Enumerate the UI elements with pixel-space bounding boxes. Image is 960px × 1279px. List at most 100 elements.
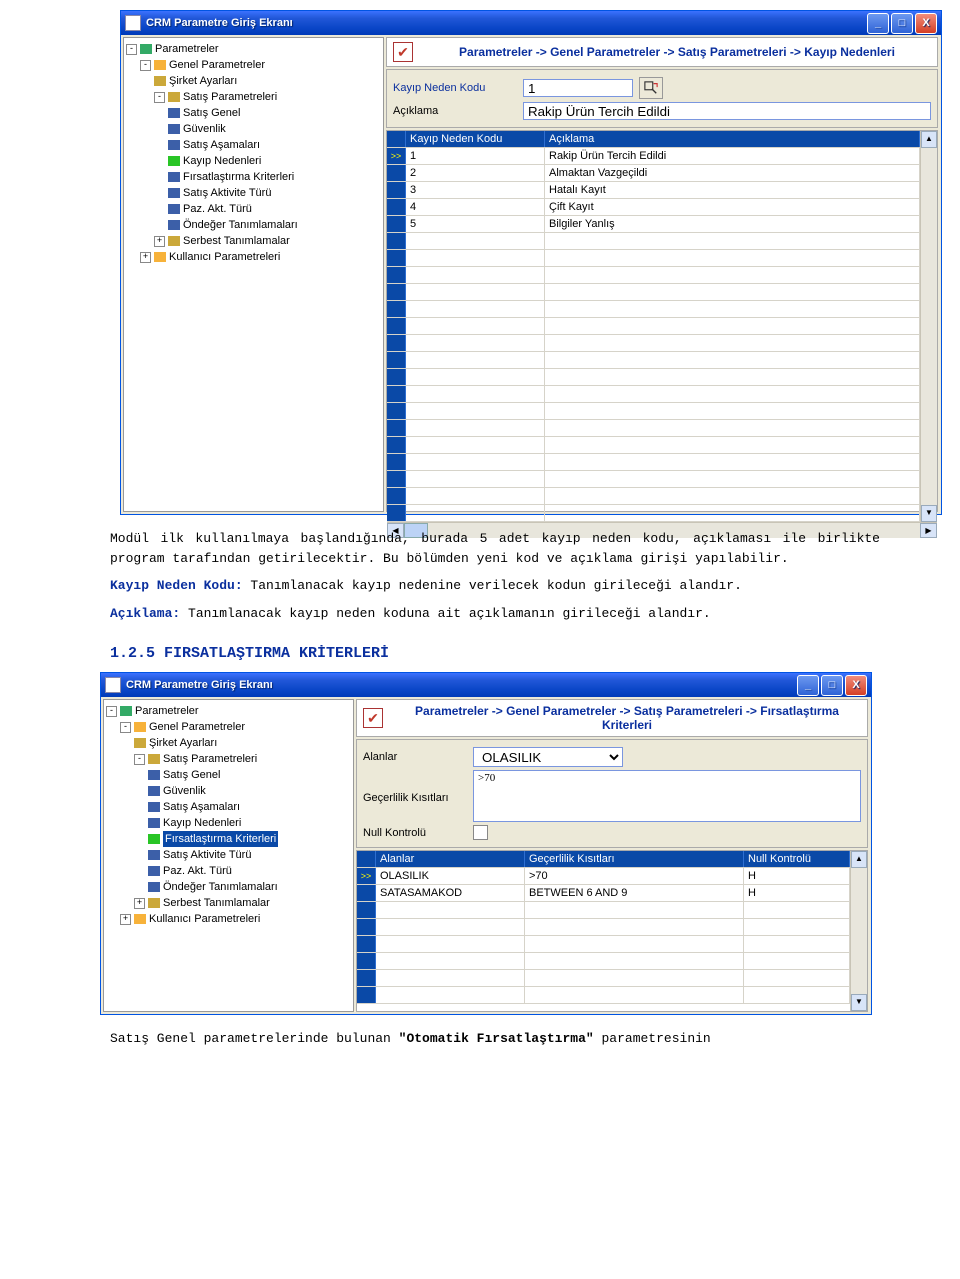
scroll-up-icon[interactable]: ▲: [851, 851, 867, 868]
tree-item-label[interactable]: Kayıp Nedenleri: [163, 815, 241, 831]
row-selector-icon[interactable]: [387, 420, 406, 436]
table-row[interactable]: [387, 471, 920, 488]
table-row[interactable]: [357, 919, 850, 936]
table-row[interactable]: [387, 403, 920, 420]
row-selector-icon[interactable]: >>: [387, 148, 406, 164]
alanlar-select[interactable]: OLASILIK: [473, 747, 623, 767]
row-selector-icon[interactable]: [357, 919, 376, 935]
tree-item-label[interactable]: Genel Parametreler: [149, 719, 245, 735]
vertical-scrollbar[interactable]: ▲ ▼: [920, 131, 937, 522]
row-selector-icon[interactable]: [387, 250, 406, 266]
tree-item-label[interactable]: Paz. Akt. Türü: [163, 863, 232, 879]
table-row[interactable]: [387, 250, 920, 267]
maximize-button[interactable]: □: [821, 675, 843, 696]
lookup-button[interactable]: [639, 77, 663, 99]
table-row[interactable]: [387, 267, 920, 284]
row-selector-icon[interactable]: [357, 987, 376, 1003]
tree-item-label[interactable]: Satış Parametreleri: [163, 751, 257, 767]
minimize-button[interactable]: _: [797, 675, 819, 696]
titlebar[interactable]: CRM Parametre Giriş Ekranı _ □ X: [101, 673, 871, 697]
expander-icon[interactable]: +: [154, 236, 165, 247]
row-selector-icon[interactable]: [387, 318, 406, 334]
tree-item-label[interactable]: Şirket Ayarları: [169, 73, 237, 89]
table-row[interactable]: >>1Rakip Ürün Tercih Edildi: [387, 148, 920, 165]
row-selector-icon[interactable]: [387, 369, 406, 385]
tree-item-label[interactable]: Kullanıcı Parametreleri: [149, 911, 260, 927]
expander-icon[interactable]: +: [120, 914, 131, 925]
table-row[interactable]: >>OLASILIK>70H: [357, 868, 850, 885]
row-selector-icon[interactable]: [387, 454, 406, 470]
tree-item-label[interactable]: Genel Parametreler: [169, 57, 265, 73]
table-row[interactable]: 2Almaktan Vazgeçildi: [387, 165, 920, 182]
scroll-down-icon[interactable]: ▼: [921, 505, 937, 522]
table-row[interactable]: 3Hatalı Kayıt: [387, 182, 920, 199]
table-row[interactable]: 5Bilgiler Yanlış: [387, 216, 920, 233]
tree-item-label[interactable]: Satış Aşamaları: [163, 799, 240, 815]
data-grid[interactable]: Kayıp Neden KoduAçıklama>>1Rakip Ürün Te…: [386, 130, 938, 512]
table-row[interactable]: [387, 420, 920, 437]
vertical-scrollbar[interactable]: ▲ ▼: [850, 851, 867, 1011]
tree-item-label[interactable]: Paz. Akt. Türü: [183, 201, 252, 217]
tree-view[interactable]: -Parametreler -Genel Parametreler Şirket…: [103, 699, 354, 1012]
tree-item-label[interactable]: Kullanıcı Parametreleri: [169, 249, 280, 265]
row-selector-icon[interactable]: [387, 403, 406, 419]
expander-icon[interactable]: -: [126, 44, 137, 55]
table-row[interactable]: [387, 335, 920, 352]
table-row[interactable]: [387, 233, 920, 250]
tree-item-label[interactable]: Satış Genel: [163, 767, 220, 783]
row-selector-icon[interactable]: [387, 216, 406, 232]
table-row[interactable]: [357, 936, 850, 953]
minimize-button[interactable]: _: [867, 13, 889, 34]
row-selector-icon[interactable]: [357, 936, 376, 952]
titlebar[interactable]: CRM Parametre Giriş Ekranı _ □ X: [121, 11, 941, 35]
row-selector-icon[interactable]: [357, 953, 376, 969]
close-button[interactable]: X: [845, 675, 867, 696]
tree-item-label[interactable]: Kayıp Nedenleri: [183, 153, 261, 169]
table-row[interactable]: [387, 284, 920, 301]
scroll-up-icon[interactable]: ▲: [921, 131, 937, 148]
table-row[interactable]: 4Çift Kayıt: [387, 199, 920, 216]
table-row[interactable]: [357, 970, 850, 987]
tree-item-label[interactable]: Satış Genel: [183, 105, 240, 121]
row-selector-icon[interactable]: [387, 488, 406, 504]
tree-item-label[interactable]: Satış Aşamaları: [183, 137, 260, 153]
aciklama-input[interactable]: [523, 102, 931, 120]
table-row[interactable]: [387, 369, 920, 386]
tree-item-label[interactable]: Satış Aktivite Türü: [183, 185, 271, 201]
expander-icon[interactable]: -: [140, 60, 151, 71]
row-selector-icon[interactable]: [387, 352, 406, 368]
table-row[interactable]: [357, 953, 850, 970]
tree-view[interactable]: -Parametreler -Genel Parametreler Şirket…: [123, 37, 384, 512]
row-selector-icon[interactable]: [357, 970, 376, 986]
maximize-button[interactable]: □: [891, 13, 913, 34]
table-row[interactable]: [387, 352, 920, 369]
expander-icon[interactable]: -: [106, 706, 117, 717]
tree-item-label[interactable]: Satış Parametreleri: [183, 89, 277, 105]
table-row[interactable]: [387, 386, 920, 403]
table-row[interactable]: [357, 987, 850, 1004]
expander-icon[interactable]: +: [140, 252, 151, 263]
table-row[interactable]: [387, 488, 920, 505]
close-button[interactable]: X: [915, 13, 937, 34]
scroll-right-icon[interactable]: ▶: [920, 523, 937, 538]
tree-item-label[interactable]: Öndeğer Tanımlamaları: [183, 217, 298, 233]
row-selector-icon[interactable]: [387, 301, 406, 317]
data-grid[interactable]: AlanlarGeçerlilik KısıtlarıNull Kontrolü…: [356, 850, 868, 1012]
row-selector-icon[interactable]: [387, 471, 406, 487]
table-row[interactable]: [387, 505, 920, 522]
tree-item-label[interactable]: Öndeğer Tanımlamaları: [163, 879, 278, 895]
row-selector-icon[interactable]: >>: [357, 868, 376, 884]
tree-item-label[interactable]: Serbest Tanımlamalar: [163, 895, 270, 911]
table-row[interactable]: [387, 454, 920, 471]
table-row[interactable]: [387, 301, 920, 318]
row-selector-icon[interactable]: [387, 267, 406, 283]
tree-item-label[interactable]: Güvenlik: [163, 783, 206, 799]
row-selector-icon[interactable]: [387, 335, 406, 351]
tree-item-label[interactable]: Güvenlik: [183, 121, 226, 137]
kod-input[interactable]: [523, 79, 633, 97]
tree-item-label[interactable]: Parametreler: [135, 703, 199, 719]
row-selector-icon[interactable]: [387, 233, 406, 249]
row-selector-icon[interactable]: [387, 182, 406, 198]
tree-item-label[interactable]: Satış Aktivite Türü: [163, 847, 251, 863]
expander-icon[interactable]: -: [134, 754, 145, 765]
